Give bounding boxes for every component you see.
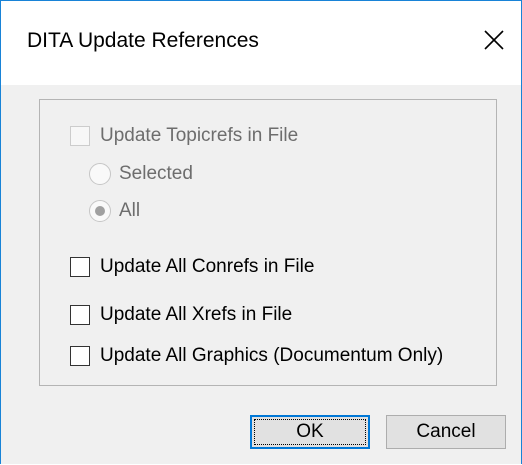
radio-selected-label: Selected: [119, 163, 193, 184]
radio-checked-dot: [95, 206, 105, 216]
graphics-label: Update All Graphics (Documentum Only): [100, 345, 444, 366]
topicrefs-checkbox[interactable]: [70, 126, 90, 146]
cancel-button-label: Cancel: [416, 421, 476, 442]
radio-all-option[interactable]: All: [89, 200, 140, 222]
graphics-checkbox[interactable]: [70, 346, 90, 366]
title-bar: DITA Update References: [1, 1, 521, 85]
dialog-title: DITA Update References: [27, 29, 259, 52]
radio-all-label: All: [119, 200, 141, 221]
conrefs-checkbox[interactable]: [70, 257, 90, 277]
graphics-option[interactable]: Update All Graphics (Documentum Only): [70, 345, 443, 367]
close-icon[interactable]: [477, 23, 511, 57]
options-group: Update Topicrefs in File Selected All Up…: [39, 99, 497, 386]
cancel-button[interactable]: Cancel: [386, 415, 506, 449]
focus-rectangle: [254, 419, 366, 445]
dialog-window: DITA Update References Update Topicrefs …: [0, 0, 522, 464]
conrefs-option[interactable]: Update All Conrefs in File: [70, 256, 314, 278]
topicrefs-label: Update Topicrefs in File: [100, 125, 299, 146]
xrefs-label: Update All Xrefs in File: [100, 304, 293, 325]
radio-selected[interactable]: [89, 163, 111, 185]
ok-button[interactable]: OK: [250, 415, 370, 449]
radio-all[interactable]: [89, 200, 111, 222]
conrefs-label: Update All Conrefs in File: [100, 256, 315, 277]
xrefs-checkbox[interactable]: [70, 305, 90, 325]
topicrefs-option[interactable]: Update Topicrefs in File: [70, 125, 298, 147]
xrefs-option[interactable]: Update All Xrefs in File: [70, 304, 292, 326]
radio-selected-option[interactable]: Selected: [89, 163, 193, 185]
